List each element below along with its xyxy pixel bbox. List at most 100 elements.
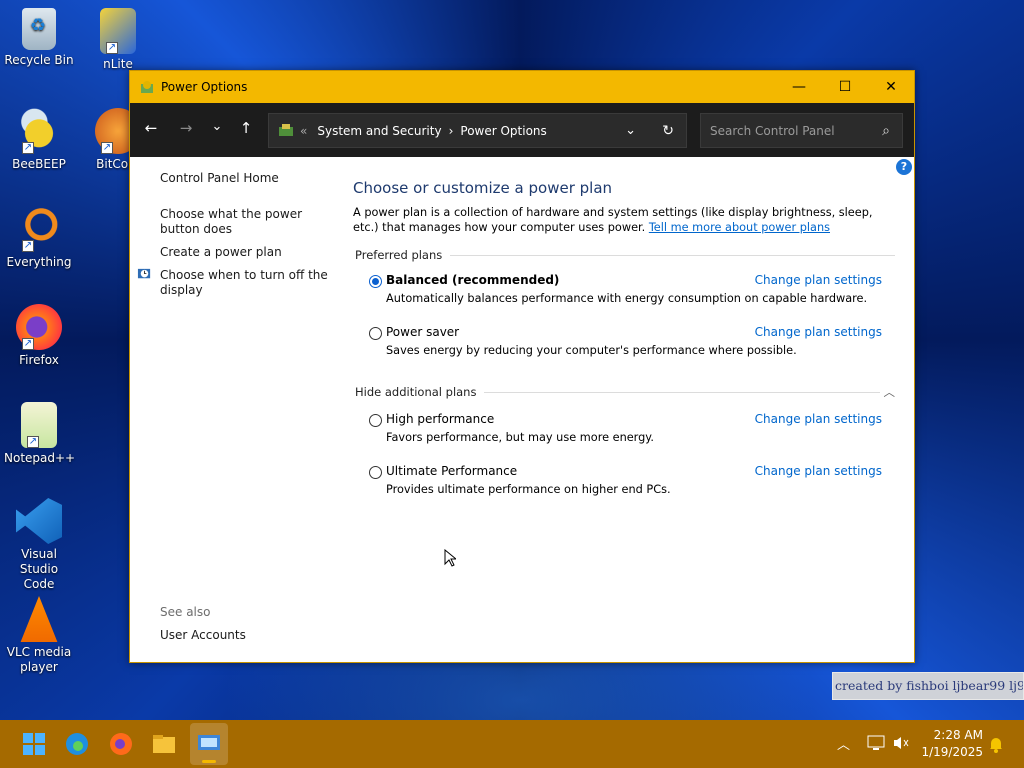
plan-radio-selected[interactable] — [369, 275, 382, 288]
desktop-icon-label: Everything — [6, 255, 72, 269]
sidebar: Control Panel Home Choose what the power… — [130, 157, 345, 662]
recent-locations-icon[interactable]: ⌄ — [206, 119, 228, 134]
network-icon[interactable] — [867, 735, 885, 751]
power-options-window: Power Options — ☐ ✕ ← → ⌄ ↑ « System and… — [129, 70, 915, 663]
nlite-icon: ↗ — [100, 8, 136, 54]
edge-icon[interactable] — [63, 730, 91, 758]
firefox-icon: ↗ — [16, 304, 62, 350]
file-explorer-icon[interactable] — [150, 730, 178, 758]
search-icon[interactable]: ⌕ — [882, 123, 890, 139]
navigation-bar: ← → ⌄ ↑ « System and Security › Power Op… — [130, 103, 914, 157]
breadcrumb-separator[interactable]: › — [449, 124, 454, 138]
preferred-plans-label: Preferred plans — [355, 248, 443, 262]
desktop-icon-nlite[interactable]: ↗ nLite — [88, 8, 148, 72]
plan-description: Provides ultimate performance on higher … — [386, 483, 671, 496]
desktop-icon-label: BeeBEEP — [12, 157, 66, 171]
vscode-icon — [16, 498, 62, 544]
sidebar-power-button-link[interactable]: Choose what the power button does — [160, 207, 332, 237]
breadcrumb-power-options[interactable]: Power Options — [460, 124, 546, 138]
change-plan-settings-link[interactable]: Change plan settings — [755, 412, 882, 426]
see-also-heading: See also — [160, 605, 211, 619]
power-options-icon — [141, 81, 153, 93]
clock-date[interactable]: 1/19/2025 — [920, 745, 983, 759]
tray-overflow-chevron-icon[interactable]: ︿ — [837, 734, 850, 753]
hide-additional-plans-label[interactable]: Hide additional plans — [355, 385, 476, 399]
desktop-icon-label: Visual Studio Code — [19, 547, 59, 591]
intro-text: A power plan is a collection of hardware… — [353, 205, 893, 235]
desktop-icon-notepadpp[interactable]: ↗ Notepad++ — [4, 402, 76, 466]
desktop-icon-vlc[interactable]: VLC media player — [4, 596, 74, 675]
search-input[interactable]: Search Control Panel — [710, 124, 835, 138]
help-icon[interactable]: ? — [896, 159, 912, 175]
desktop-icon-recycle-bin[interactable]: ♻ Recycle Bin — [4, 8, 74, 68]
address-bar[interactable]: « System and Security › Power Options ⌄ … — [268, 113, 687, 148]
plan-name: Balanced (recommended) — [386, 273, 560, 287]
plan-name: High performance — [386, 412, 495, 426]
plan-radio[interactable] — [369, 466, 382, 479]
recycle-bin-icon: ♻ — [22, 8, 56, 50]
back-arrow-icon[interactable]: ← — [140, 119, 162, 137]
plan-name: Power saver — [386, 325, 460, 339]
shortcut-arrow-icon: ↗ — [22, 142, 34, 154]
sidebar-create-plan-link[interactable]: Create a power plan — [160, 245, 282, 260]
refresh-icon[interactable]: ↻ — [662, 123, 674, 139]
breadcrumb-overflow[interactable]: « — [300, 124, 307, 138]
desktop-icon-label: VLC media player — [6, 645, 72, 674]
everything-search-icon: ↗ — [16, 206, 62, 252]
collapse-chevron-icon[interactable]: ︿ — [884, 384, 896, 400]
minimize-button[interactable]: — — [776, 71, 822, 103]
desktop-icon-firefox[interactable]: ↗ Firefox — [4, 304, 74, 368]
control-panel-taskbar-icon — [198, 735, 220, 750]
firefox-taskbar-icon[interactable] — [107, 730, 135, 758]
desktop-icon-label: Notepad++ — [4, 451, 76, 465]
shortcut-arrow-icon: ↗ — [27, 436, 39, 448]
learn-more-link[interactable]: Tell me more about power plans — [649, 221, 830, 234]
taskbar: ︿ 2:28 AM 1/19/2025 — [0, 720, 1024, 768]
notepad-plus-plus-icon: ↗ — [21, 402, 57, 448]
desktop-icon-label: Recycle Bin — [4, 53, 74, 67]
address-dropdown-icon[interactable]: ⌄ — [625, 123, 636, 138]
sidebar-display-off-link[interactable]: Choose when to turn off the display — [160, 268, 332, 298]
main-content: ? Choose or customize a power plan A pow… — [353, 157, 914, 662]
change-plan-settings-link[interactable]: Change plan settings — [755, 325, 882, 339]
shortcut-arrow-icon: ↗ — [22, 240, 34, 252]
shortcut-arrow-icon: ↗ — [106, 42, 118, 54]
start-windows-icon[interactable] — [20, 730, 48, 758]
desktop-icon-label: nLite — [103, 57, 133, 71]
change-plan-settings-link[interactable]: Change plan settings — [755, 273, 882, 287]
desktop-icon-everything[interactable]: ↗ Everything — [4, 206, 74, 270]
additional-plans-header[interactable]: Hide additional plans ︿ — [355, 384, 895, 400]
preferred-plans-header: Preferred plans — [355, 248, 895, 262]
plan-description: Saves energy by reducing your computer's… — [386, 344, 797, 357]
plan-radio[interactable] — [369, 414, 382, 427]
plan-description: Automatically balances performance with … — [386, 292, 868, 305]
plan-name: Ultimate Performance — [386, 464, 518, 478]
plan-description: Favors performance, but may use more ene… — [386, 431, 654, 444]
forward-arrow-icon[interactable]: → — [175, 119, 197, 137]
breadcrumb-system-security[interactable]: System and Security — [317, 124, 441, 138]
window-title: Power Options — [161, 80, 248, 94]
desktop-icon-beebeep[interactable]: ↗ BeeBEEP — [4, 108, 74, 172]
vlc-cone-icon — [20, 596, 58, 642]
volume-muted-icon[interactable] — [892, 735, 910, 751]
maximize-button[interactable]: ☐ — [822, 71, 868, 103]
sidebar-control-panel-home[interactable]: Control Panel Home — [160, 171, 279, 186]
desktop-icon-vscode[interactable]: Visual Studio Code — [4, 498, 74, 592]
display-clock-icon — [137, 268, 151, 279]
mouse-cursor-icon — [444, 549, 456, 567]
taskbar-control-panel[interactable] — [190, 723, 228, 765]
bee-icon: ↗ — [16, 108, 62, 154]
change-plan-settings-link[interactable]: Change plan settings — [755, 464, 882, 478]
notification-bell-icon[interactable] — [988, 735, 1004, 753]
title-bar[interactable]: Power Options — ☐ ✕ — [130, 71, 914, 103]
search-box[interactable]: Search Control Panel ⌕ — [700, 113, 903, 148]
shortcut-arrow-icon: ↗ — [101, 142, 113, 154]
up-arrow-icon[interactable]: ↑ — [235, 119, 257, 137]
close-button[interactable]: ✕ — [868, 71, 914, 103]
shortcut-arrow-icon: ↗ — [22, 338, 34, 350]
page-title: Choose or customize a power plan — [353, 179, 613, 197]
sidebar-user-accounts-link[interactable]: User Accounts — [160, 628, 246, 643]
plan-radio[interactable] — [369, 327, 382, 340]
clock-time[interactable]: 2:28 AM — [928, 728, 983, 742]
watermark-text: created by fishboi ljbear99 lj985 — [832, 672, 1024, 700]
